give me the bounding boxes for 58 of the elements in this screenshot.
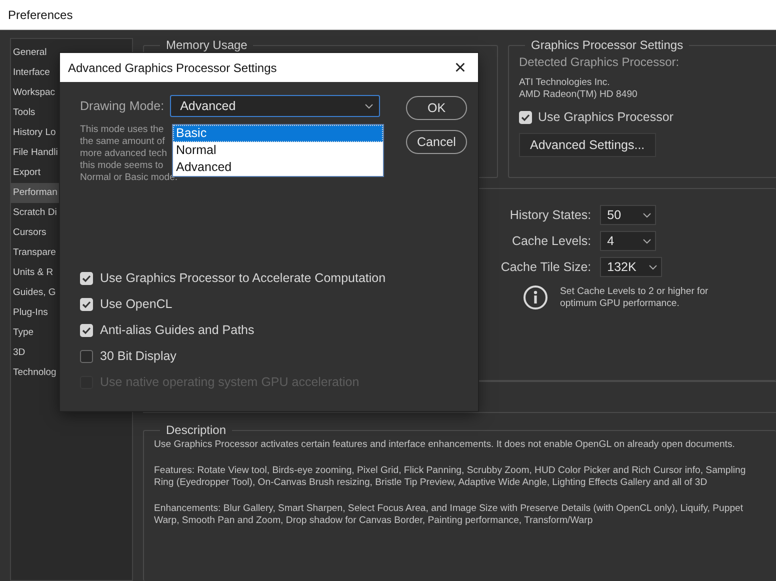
sidebar-item[interactable]: Scratch Di xyxy=(11,203,59,223)
sidebar-item[interactable]: General xyxy=(11,43,59,63)
chevron-down-icon xyxy=(365,104,373,108)
dropdown-option[interactable]: Basic xyxy=(173,125,383,142)
description-line: this mode seems to xyxy=(80,160,164,172)
sidebar-item[interactable]: Workspac xyxy=(11,83,59,103)
sidebar-item[interactable]: Technolog xyxy=(11,363,59,383)
chevron-down-icon xyxy=(643,212,652,218)
sidebar-item[interactable]: Type xyxy=(11,323,59,343)
field-label: Drawing Mode: xyxy=(80,99,164,113)
sidebar-item[interactable]: File Handli xyxy=(11,143,59,163)
checkbox[interactable] xyxy=(80,350,93,362)
sidebar-item[interactable]: Plug-Ins xyxy=(11,303,59,323)
field-label: History States: xyxy=(508,208,592,222)
checkbox-label: Use OpenCL xyxy=(100,297,172,311)
drawing-mode-dropdown[interactable]: Advanced xyxy=(170,95,380,117)
sidebar-item[interactable]: Tools xyxy=(11,103,59,123)
info-icon xyxy=(523,285,548,310)
sidebar-item[interactable]: Interface xyxy=(11,63,59,83)
gpu-model: AMD Radeon(TM) HD 8490 xyxy=(519,89,638,101)
chevron-down-icon xyxy=(643,238,652,244)
gpu-vendor: ATI Technologies Inc. xyxy=(519,77,611,89)
value-dropdown[interactable]: 50 xyxy=(600,205,656,225)
dialog-button[interactable]: OK xyxy=(406,96,467,120)
sidebar-item[interactable]: Guides, G xyxy=(11,283,59,303)
checkbox-label: Use Graphics Processor xyxy=(538,110,674,124)
sidebar-item[interactable]: Export xyxy=(11,163,59,183)
sidebar-item[interactable]: 3D xyxy=(11,343,59,363)
dropdown-option[interactable]: Normal xyxy=(173,142,383,159)
checkbox-label: Use Graphics Processor to Accelerate Computation xyxy=(100,271,386,285)
description-paragraph: Enhancements: Blur Gallery, Smart Sharpen, Select Focus Area, and Image Size with Preserve Details (with OpenCL only), Liquify, Puppet Warp, Smooth Pan and Zoom, Drop shadow for Canvas Border, Painting performance, Transform/Warp xyxy=(154,502,744,528)
description-line: the same amount of xyxy=(80,136,165,148)
field-label: Cache Levels: xyxy=(510,234,592,248)
group-title: Description xyxy=(166,423,226,437)
advanced-settings-button[interactable]: Advanced Settings... xyxy=(519,133,656,157)
description-paragraph: Features: Rotate View tool, Birds-eye zooming, Pixel Grid, Flick Panning, Scrubby Zoom, HUD Color Picker and Rich Cursor info, Sampling Ring (Eyedropper Tool), On-Canvas Brush resizing, Bristle Tip Preview, Adaptive Wide Angle, Lighting Effects Gallery and all of 3D xyxy=(154,464,747,490)
checkbox-label: 30 Bit Display xyxy=(100,349,176,363)
chevron-down-icon xyxy=(649,264,658,270)
value-dropdown[interactable]: 4 xyxy=(600,231,656,251)
sidebar-item[interactable]: Cursors xyxy=(11,223,59,243)
sidebar-item[interactable]: Transpare xyxy=(11,243,59,263)
dialog-button[interactable]: Cancel xyxy=(406,130,467,154)
sidebar-item[interactable]: Performan xyxy=(11,183,59,203)
description-paragraph: Use Graphics Processor activates certain features and interface enhancements. It does not enable OpenGL on already open documents. xyxy=(154,439,736,452)
sidebar-item[interactable]: Units & R xyxy=(11,263,59,283)
info-text: Set Cache Levels to 2 or higher for optimum GPU performance. xyxy=(560,286,710,310)
field-label: Cache Tile Size: xyxy=(500,260,592,274)
value-dropdown[interactable]: 132K xyxy=(600,257,662,277)
detected-gpu-label: Detected Graphics Processor: xyxy=(519,55,680,69)
sidebar-item[interactable]: History Lo xyxy=(11,123,59,143)
close-button[interactable]: × xyxy=(452,58,468,78)
description-line: more advanced tech xyxy=(80,148,167,160)
description-line: This mode uses the xyxy=(80,124,164,136)
group-title: Graphics Processor Settings xyxy=(531,38,684,52)
window-title: Preferences xyxy=(8,8,73,22)
group-title: Memory Usage xyxy=(166,38,248,52)
checkbox-label: Anti-alias Guides and Paths xyxy=(100,323,254,337)
dialog-title: Advanced Graphics Processor Settings xyxy=(68,60,277,74)
